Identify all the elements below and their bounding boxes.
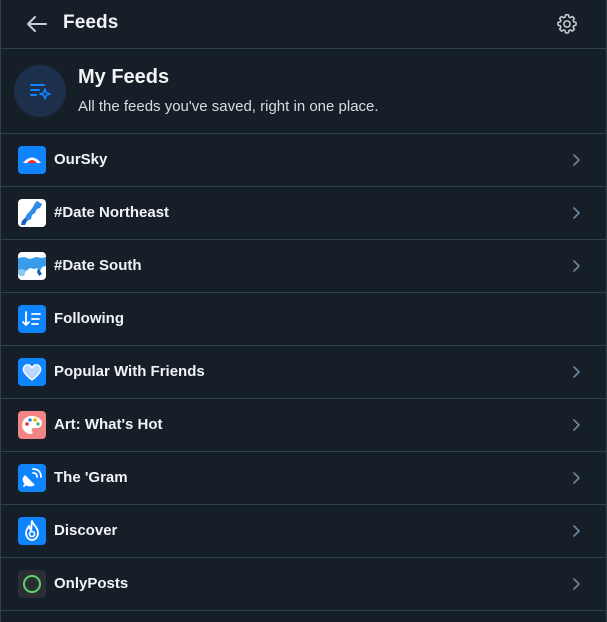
sort-list-icon xyxy=(18,305,46,333)
feed-name: #Date Northeast xyxy=(54,204,170,221)
back-button[interactable] xyxy=(23,10,51,38)
feed-item-following[interactable]: Following xyxy=(1,293,606,346)
gear-icon xyxy=(557,13,577,34)
chevron-right-icon xyxy=(573,260,580,272)
feed-name: Discover xyxy=(54,522,118,539)
feed-name: #Date South xyxy=(54,257,142,274)
hero-subtitle: All the feeds you've saved, right in one… xyxy=(78,98,379,115)
feed-item-art-whats-hot[interactable]: Art: What's Hot xyxy=(1,399,606,452)
feeds-screen: Feeds My Feeds All the feeds you've save… xyxy=(0,0,607,622)
oursky-logo xyxy=(18,146,46,174)
heart-icon xyxy=(18,358,46,386)
chevron-right-icon xyxy=(573,419,580,431)
header: Feeds xyxy=(1,0,606,49)
feed-name: Following xyxy=(54,310,124,327)
feed-item-date-south[interactable]: #Date South xyxy=(1,240,606,293)
palette-icon xyxy=(18,411,46,439)
feed-item-onlyposts[interactable]: OnlyPosts xyxy=(1,558,606,611)
flame-icon xyxy=(18,517,46,545)
circle-icon xyxy=(18,570,46,598)
hero-title: My Feeds xyxy=(78,66,170,88)
feed-item-discover[interactable]: Discover xyxy=(1,505,606,558)
feed-item-the-gram[interactable]: The 'Gram xyxy=(1,452,606,505)
south-map-icon xyxy=(18,252,46,280)
feed-name: The 'Gram xyxy=(54,469,128,486)
hero-icon-circle xyxy=(14,65,66,117)
chevron-right-icon xyxy=(573,154,580,166)
feed-name: Popular With Friends xyxy=(54,363,205,380)
chevron-right-icon xyxy=(573,525,580,537)
feed-name: OurSky xyxy=(54,151,108,168)
my-feeds-hero: My Feeds All the feeds you've saved, rig… xyxy=(1,49,606,134)
feed-list: OurSky #Date Northeast #Date South Follo… xyxy=(1,134,606,611)
chevron-right-icon xyxy=(573,207,580,219)
feed-name: OnlyPosts xyxy=(54,575,129,592)
northeast-map-icon xyxy=(18,199,46,227)
feed-item-date-northeast[interactable]: #Date Northeast xyxy=(1,187,606,240)
list-sparkle-icon xyxy=(30,84,51,100)
feed-name: Art: What's Hot xyxy=(54,416,163,433)
feed-item-oursky[interactable]: OurSky xyxy=(1,134,606,187)
satellite-icon xyxy=(18,464,46,492)
chevron-right-icon xyxy=(573,366,580,378)
chevron-right-icon xyxy=(573,472,580,484)
arrow-left-icon xyxy=(27,16,47,32)
feed-item-popular-with-friends[interactable]: Popular With Friends xyxy=(1,346,606,399)
chevron-right-icon xyxy=(573,578,580,590)
settings-button[interactable] xyxy=(554,11,580,37)
page-title: Feeds xyxy=(63,12,119,33)
